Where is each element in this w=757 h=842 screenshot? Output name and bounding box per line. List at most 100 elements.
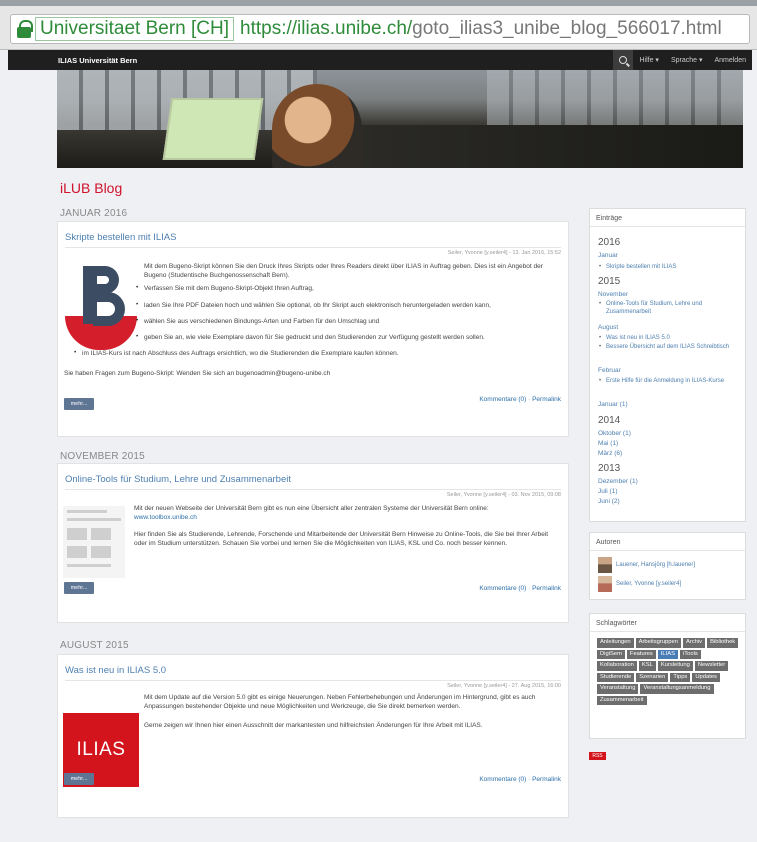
month-heading: JANUAR 2016: [60, 208, 128, 219]
header-banner-image: [57, 70, 743, 168]
page-title: iLUB Blog: [60, 180, 123, 196]
search-icon: [619, 56, 628, 64]
month-link[interactable]: Mai (1): [598, 440, 618, 447]
tag-link[interactable]: Zusammenarbeit: [597, 695, 647, 705]
rss-button[interactable]: RSS: [589, 752, 606, 760]
ilias-top-bar: ILIAS Universität Bern Hilfe ▾ Sprache ▾…: [8, 50, 752, 70]
tag-link[interactable]: Arbeitsgruppen: [635, 638, 681, 648]
tag-link[interactable]: Veranstaltungsanmeldung: [640, 684, 714, 694]
month-link[interactable]: Juli (1): [598, 488, 618, 495]
post-meta: Seiler, Yvonne [y.seiler4] - 27. Aug 201…: [447, 683, 561, 689]
list-item: Verfassen Sie mit dem Bugeno-Skript-Obje…: [144, 285, 314, 292]
entry-link[interactable]: Bessere Übersicht auf dem ILIAS Schreibt…: [598, 344, 738, 352]
laptop-illustration: [162, 98, 264, 160]
post-title-link[interactable]: Was ist neu in ILIAS 5.0: [65, 665, 166, 676]
tag-link[interactable]: Szenarien: [636, 672, 669, 682]
browser-tab-strip: [0, 0, 757, 6]
brand-link[interactable]: ILIAS Universität Bern: [58, 56, 137, 65]
lock-icon: [17, 20, 33, 38]
tag-link[interactable]: KSL: [638, 661, 656, 671]
comments-link[interactable]: Kommentare (0): [479, 396, 526, 403]
month-link[interactable]: Oktober (1): [598, 430, 631, 437]
tag-link[interactable]: Veranstaltung: [597, 684, 639, 694]
toolbox-link[interactable]: www.toolbox.unibe.ch: [134, 513, 554, 522]
month-heading: NOVEMBER 2015: [60, 451, 145, 462]
list-item: im ILIAS-Kurs ist nach Abschluss des Auf…: [82, 350, 399, 357]
post-links: Kommentare (0) · Permalink: [479, 396, 561, 403]
permalink-link[interactable]: Permalink: [532, 585, 561, 592]
tag-link[interactable]: Studierende: [597, 672, 635, 682]
address-bar[interactable]: Universitaet Bern [CH] https://ilias.uni…: [10, 14, 750, 44]
tag-link[interactable]: Archiv: [682, 638, 706, 648]
month-link[interactable]: Juni (2): [598, 498, 620, 505]
post-title-link[interactable]: Skripte bestellen mit ILIAS: [65, 232, 176, 243]
tag-link[interactable]: Features: [626, 649, 656, 659]
tag-link[interactable]: iTools: [679, 649, 701, 659]
month-link[interactable]: Januar (1): [598, 401, 628, 408]
post-paragraph: Gerne zeigen wir Ihnen hier einen Aussch…: [144, 722, 483, 729]
person-illustration: [272, 84, 362, 168]
comments-link[interactable]: Kommentare (0): [479, 585, 526, 592]
comments-link[interactable]: Kommentare (0): [479, 776, 526, 783]
entries-panel: Einträge 2016 Januar Skripte bestellen m…: [589, 208, 746, 522]
language-menu[interactable]: Sprache ▾: [665, 56, 709, 64]
avatar: [598, 557, 612, 573]
toolbox-screenshot-thumbnail: [63, 506, 125, 578]
list-item: laden Sie Ihre PDF Dateien hoch und wähl…: [144, 302, 491, 309]
list-item: wählen Sie aus verschiedenen Bindungs-Ar…: [144, 318, 380, 325]
tag-link[interactable]: DigiSem: [597, 649, 625, 659]
month-heading: AUGUST 2015: [60, 640, 129, 651]
site-identity[interactable]: Universitaet Bern [CH]: [35, 17, 235, 41]
tag-link[interactable]: Anleitungen: [597, 638, 634, 648]
tag-link[interactable]: Tipps: [670, 672, 691, 682]
entry-link[interactable]: Skripte bestellen mit ILIAS: [598, 264, 738, 272]
month-link[interactable]: August: [598, 324, 618, 331]
permalink-link[interactable]: Permalink: [532, 776, 561, 783]
author-name: Lauener, Hansjörg [h.lauener]: [616, 562, 696, 568]
tag-cloud: Anleitungen Arbeitsgruppen Archiv Biblio…: [597, 638, 739, 705]
month-link[interactable]: November: [598, 291, 628, 298]
author-link[interactable]: Seiler, Yvonne [y.seiler4]: [598, 576, 681, 592]
tag-link[interactable]: Kollaboration: [597, 661, 637, 671]
post-paragraph: Hier finden Sie als Studierende, Lehrend…: [134, 531, 549, 547]
list-item: geben Sie an, wie viele Exemplare davon …: [144, 334, 485, 341]
year-heading: 2014: [598, 415, 621, 426]
browser-url-bar: Universitaet Bern [CH] https://ilias.uni…: [0, 0, 757, 50]
search-button[interactable]: [613, 50, 634, 70]
help-menu[interactable]: Hilfe ▾: [633, 56, 664, 64]
panel-title: Autoren: [590, 533, 745, 551]
month-link[interactable]: Januar: [598, 252, 618, 259]
entry-link[interactable]: Online-Tools für Studium, Lehre und Zusa…: [598, 301, 738, 316]
post-paragraph: Mit dem Update auf die Version 5.0 gibt …: [144, 694, 536, 710]
entry-link[interactable]: Was ist neu in ILIAS 5.0: [598, 335, 738, 343]
panel-title: Einträge: [590, 209, 745, 227]
permalink-link[interactable]: Permalink: [532, 396, 561, 403]
year-heading: 2015: [598, 276, 621, 287]
author-name: Seiler, Yvonne [y.seiler4]: [616, 581, 682, 587]
tag-link[interactable]: Newsletter: [694, 661, 729, 671]
tag-link[interactable]: Bibliothek: [707, 638, 739, 648]
url-host: https://ilias.unibe.ch/: [240, 18, 413, 39]
entry-link[interactable]: Erste Hilfe für die Anmeldung in ILIAS-K…: [598, 378, 738, 386]
post-paragraph: Sie haben Fragen zum Bugeno-Skript: Wend…: [64, 370, 331, 377]
more-button[interactable]: mehr...: [64, 398, 94, 410]
authors-panel: Autoren Lauener, Hansjörg [h.lauener] Se…: [589, 532, 746, 600]
blog-post: Online-Tools für Studium, Lehre und Zusa…: [57, 463, 569, 623]
post-title-link[interactable]: Online-Tools für Studium, Lehre und Zusa…: [65, 474, 291, 485]
bugeno-logo: [63, 266, 137, 358]
login-link[interactable]: Anmelden: [708, 57, 752, 64]
blog-post: Was ist neu in ILIAS 5.0 Seiler, Yvonne …: [57, 654, 569, 818]
month-link[interactable]: März (6): [598, 450, 622, 457]
tag-link-active[interactable]: ILIAS: [657, 649, 678, 659]
more-button[interactable]: mehr...: [64, 582, 94, 594]
post-paragraph: Mit dem Bugeno-Skript können Sie den Dru…: [144, 263, 543, 279]
tag-link[interactable]: Updates: [692, 672, 720, 682]
tag-link[interactable]: Kursleitung: [657, 661, 693, 671]
avatar: [598, 576, 612, 592]
panel-title: Schlagwörter: [590, 614, 745, 632]
author-link[interactable]: Lauener, Hansjörg [h.lauener]: [598, 557, 695, 573]
year-heading: 2016: [598, 237, 621, 248]
month-link[interactable]: Dezember (1): [598, 478, 638, 485]
more-button[interactable]: mehr...: [64, 773, 94, 785]
month-link[interactable]: Februar: [598, 367, 621, 374]
